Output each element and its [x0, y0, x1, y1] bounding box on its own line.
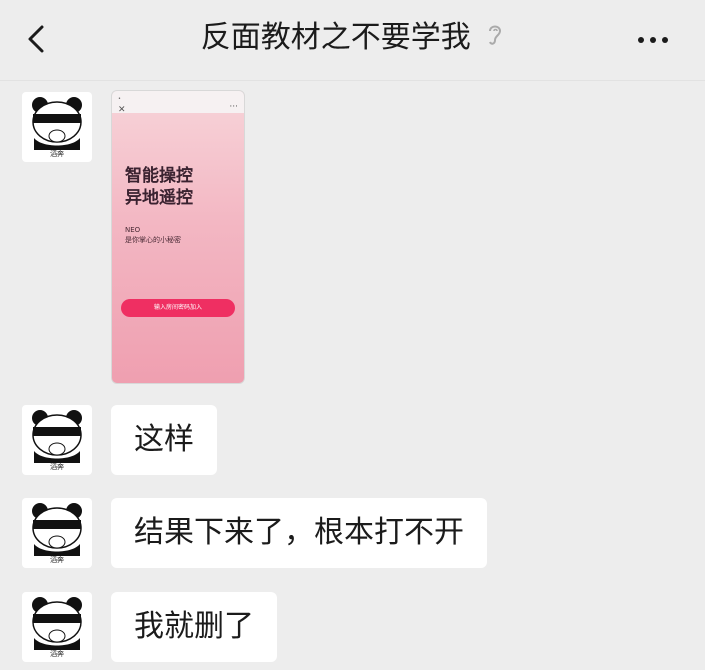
ear-icon	[486, 19, 504, 59]
avatar[interactable]: 滔奔	[22, 92, 92, 162]
avatar-caption: 滔奔	[50, 150, 64, 158]
screenshot-status-bar: •	[112, 91, 244, 113]
image-cta-button: 输入房间密码加入	[121, 299, 235, 317]
avatar-caption: 滔奔	[50, 556, 64, 564]
image-footnote	[120, 323, 238, 331]
more-icon	[638, 37, 668, 43]
more-icon: ···	[229, 102, 238, 112]
image-message[interactable]: • ✕ ··· 智能操控 异地遥控 NEO 是你掌心的小秘密 输入房间密码加入	[111, 90, 245, 384]
avatar-caption: 滔奔	[50, 650, 64, 658]
avatar[interactable]: 滔奔	[22, 592, 92, 662]
message-bubble[interactable]: 结果下来了，根本打不开	[111, 498, 487, 568]
message-bubble[interactable]: 我就删了	[111, 592, 277, 662]
chat-title: 反面教材之不要学我	[200, 20, 471, 55]
avatar-caption: 滔奔	[50, 463, 64, 471]
image-brand-block: NEO 是你掌心的小秘密	[125, 226, 181, 244]
chat-title-area: 反面教材之不要学我	[0, 18, 705, 59]
more-button[interactable]	[635, 25, 675, 55]
avatar[interactable]: 滔奔	[22, 405, 92, 475]
image-headline: 智能操控 异地遥控	[125, 166, 193, 208]
message-bubble[interactable]: 这样	[111, 405, 217, 475]
chat-header: 反面教材之不要学我	[0, 0, 705, 81]
close-icon: ✕	[118, 105, 126, 115]
avatar[interactable]: 滔奔	[22, 498, 92, 568]
